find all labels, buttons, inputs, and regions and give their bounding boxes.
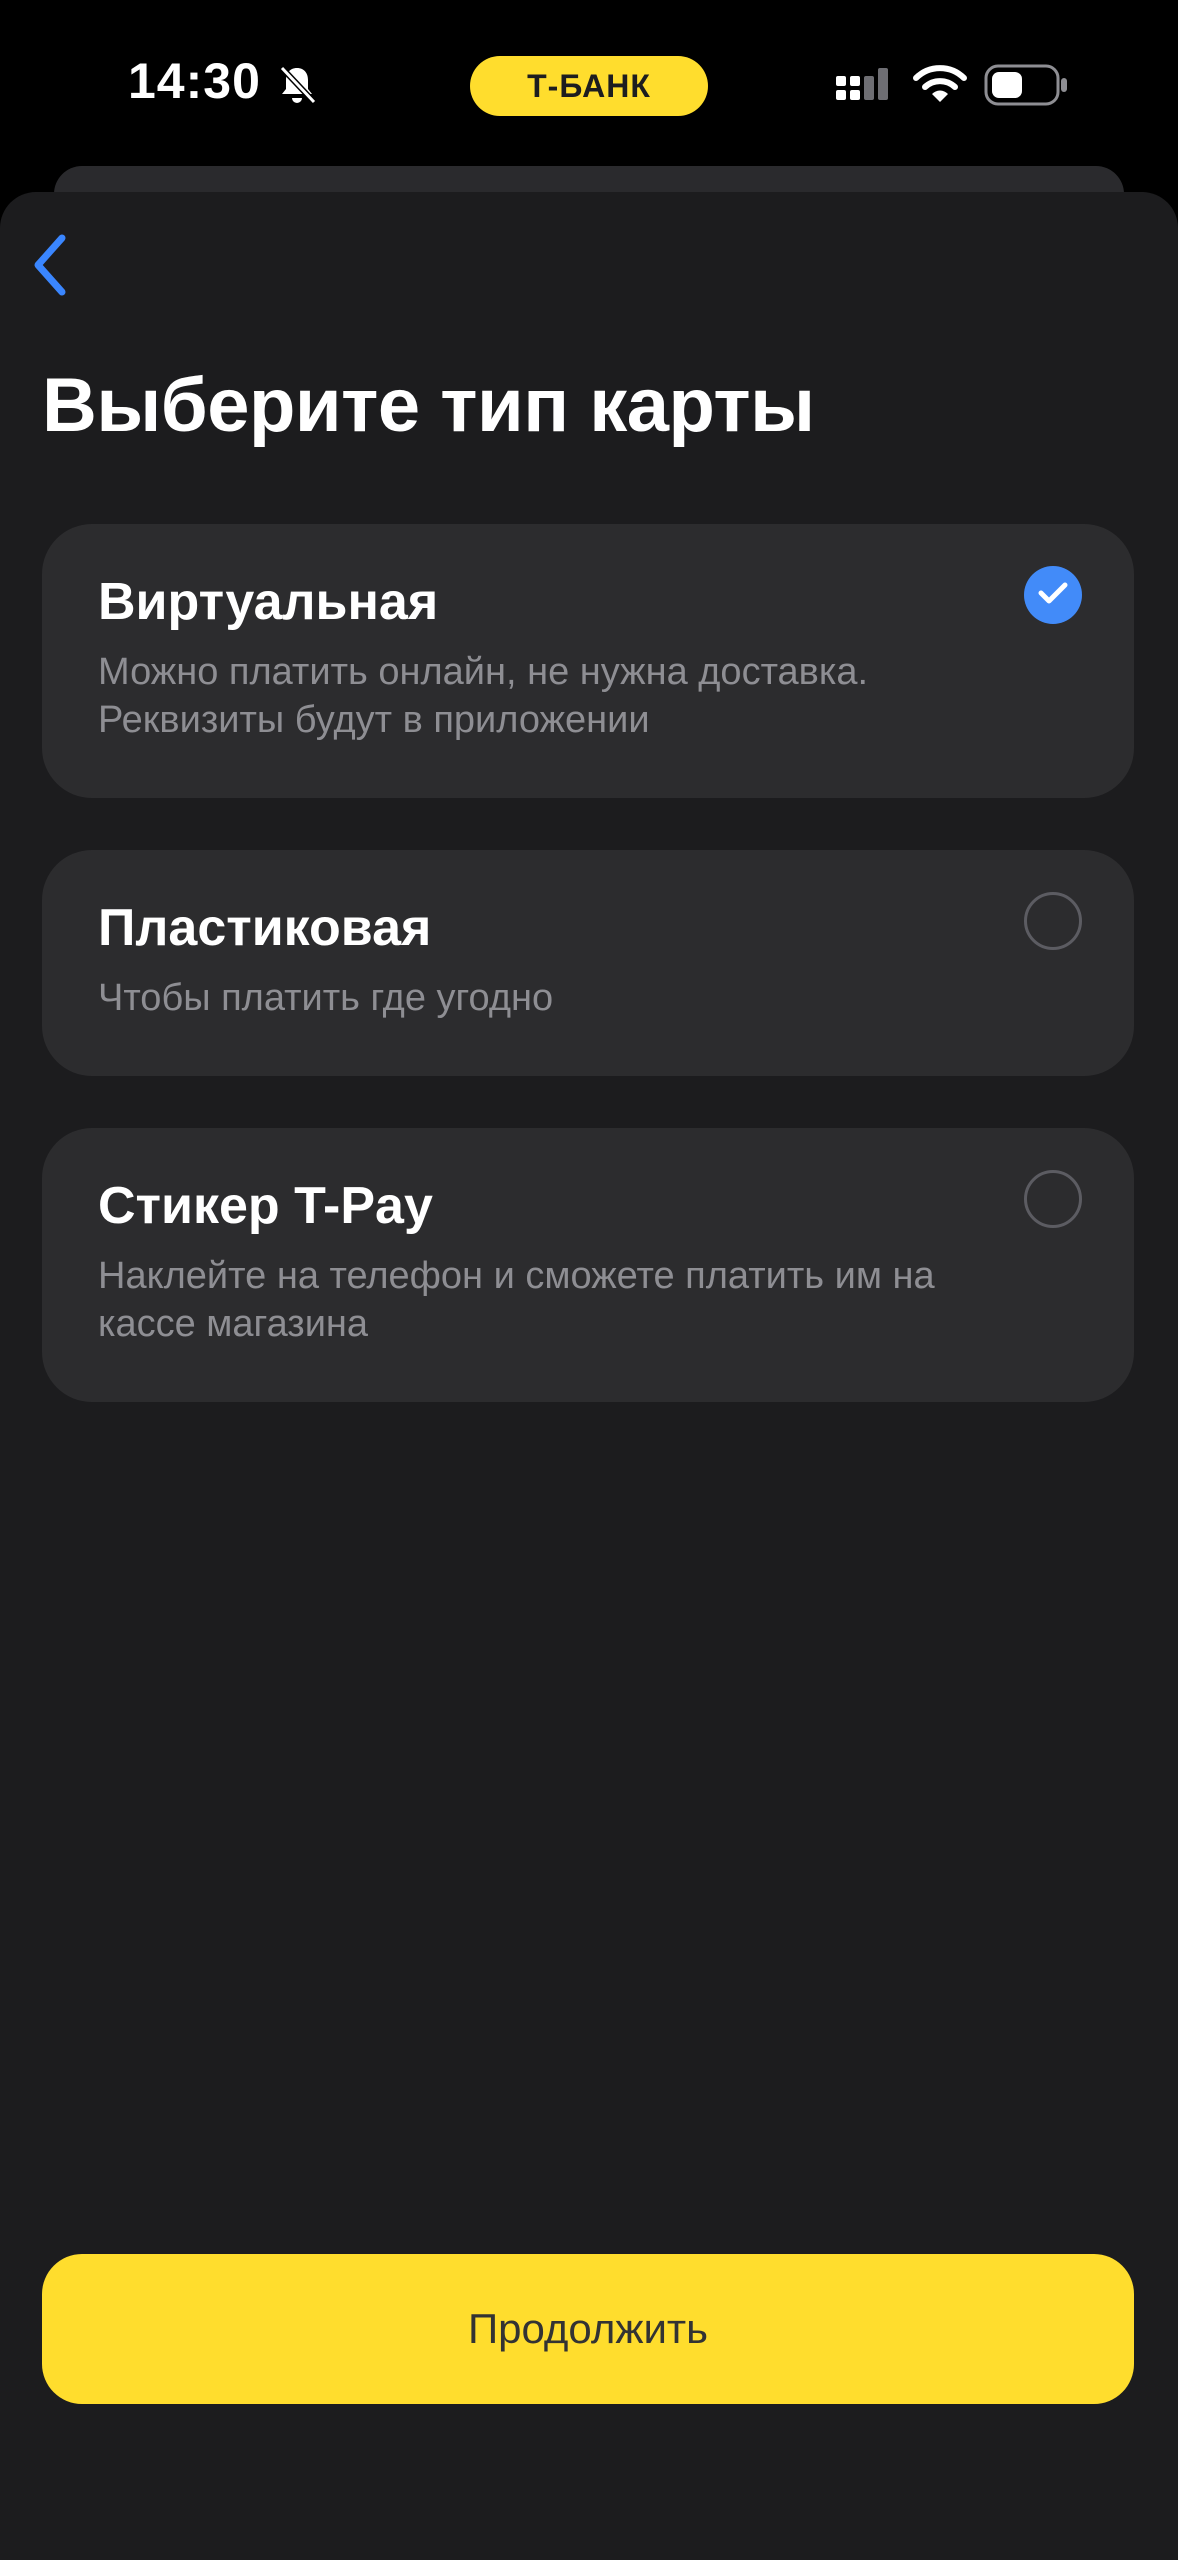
option-description: Чтобы платить где угодно [98,977,554,1019]
page-title: Выберите тип карты [42,363,815,448]
status-time: 14:30 [128,53,261,109]
radio-unselected[interactable] [1024,1170,1082,1228]
battery-icon [984,62,1070,108]
option-description: Наклейте на телефон и сможете платить им… [98,1255,935,1345]
option-title: Виртуальная [98,573,439,631]
option-description: Можно платить онлайн, не нужна доставка.… [98,651,869,741]
bell-slash-icon [274,62,320,108]
option-plastic-card[interactable]: Пластиковая Чтобы платить где угодно [42,850,1134,1076]
status-bar: 14:30 Т-БАНК [0,0,1178,170]
option-virtual-card[interactable]: Виртуальная Можно платить онлайн, не нуж… [42,524,1134,798]
checkmark-icon [1037,580,1069,611]
option-title: Пластиковая [98,899,432,957]
option-title: Стикер T-Pay [98,1177,433,1235]
radio-selected[interactable] [1024,566,1082,624]
chevron-left-icon [30,234,70,301]
wifi-icon [912,62,968,106]
brand-pill: Т-БАНК [470,56,708,116]
radio-unselected[interactable] [1024,892,1082,950]
option-sticker-card[interactable]: Стикер T-Pay Наклейте на телефон и сможе… [42,1128,1134,1402]
continue-button[interactable]: Продолжить [42,2254,1134,2404]
cellular-signal-icon [834,66,896,108]
back-button[interactable] [22,232,78,302]
